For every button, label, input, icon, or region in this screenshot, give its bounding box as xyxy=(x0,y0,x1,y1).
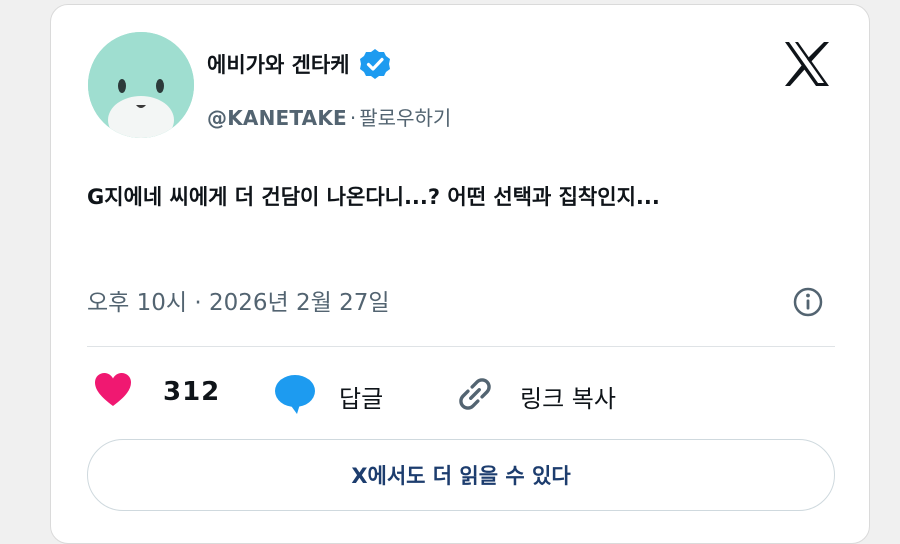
author-name-row: 에비가와 겐타케 xyxy=(207,47,392,81)
author-handle[interactable]: @KANETAKE xyxy=(207,106,347,130)
reply-button[interactable]: 답글 xyxy=(273,373,383,419)
like-button[interactable]: 312 xyxy=(93,371,220,413)
divider xyxy=(87,346,835,347)
follow-link[interactable]: 팔로우하기 xyxy=(359,106,451,130)
author-name[interactable]: 에비가와 겐타케 xyxy=(207,49,350,79)
separator-dot: · xyxy=(349,106,357,130)
action-bar: 312 답글 링크 복사 xyxy=(51,371,869,427)
embedded-post-card: 에비가와 겐타케 @KANETAKE · 팔로우하기 G지에네 씨에게 더 건담이 … xyxy=(50,4,870,544)
copy-link-button[interactable]: 링크 복사 xyxy=(454,373,616,419)
avatar[interactable] xyxy=(88,32,194,138)
heart-icon xyxy=(93,371,133,413)
reply-label: 답글 xyxy=(339,384,384,413)
author-handle-row: @KANETAKE · 팔로우하기 xyxy=(207,102,451,131)
link-icon xyxy=(454,373,496,419)
x-logo-icon[interactable] xyxy=(782,40,832,88)
info-icon[interactable] xyxy=(791,285,825,319)
verified-badge-icon xyxy=(358,47,392,81)
reply-bubble-icon xyxy=(273,373,317,419)
like-count: 312 xyxy=(163,377,221,407)
post-text: G지에네 씨에게 더 건담이 나온다니...? 어떤 선택과 집착인지... xyxy=(87,185,660,209)
read-more-button[interactable]: X에서도 더 읽을 수 있다 xyxy=(87,439,835,511)
post-timestamp[interactable]: 오후 10시 · 2026년 2월 27일 xyxy=(87,283,390,317)
copy-link-label: 링크 복사 xyxy=(520,384,616,413)
